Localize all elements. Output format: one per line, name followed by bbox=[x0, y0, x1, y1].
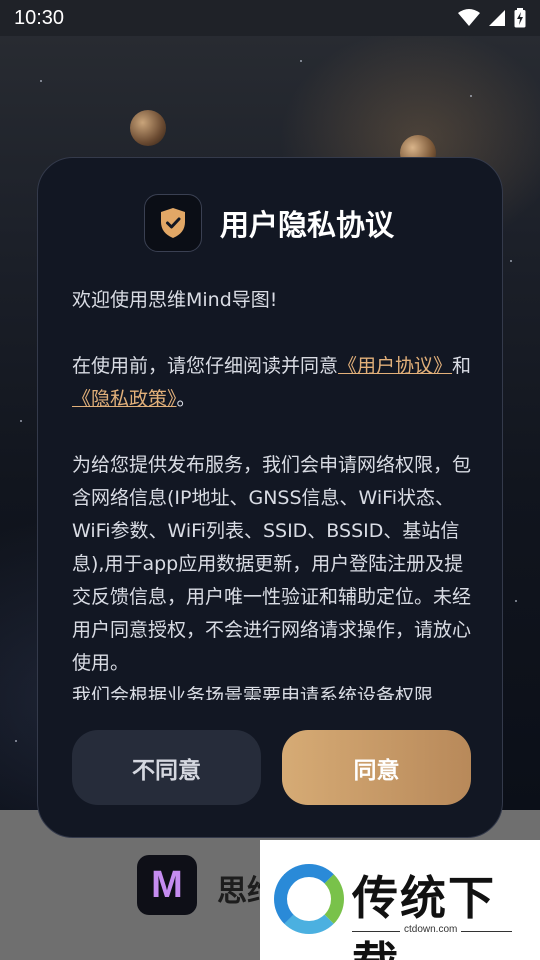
star bbox=[40, 80, 42, 82]
dialog-body: 欢迎使用思维Mind导图! 在使用前，请您仔细阅读并同意《用户协议》和《隐私政策… bbox=[72, 284, 472, 700]
more-text: 我们会根据业务场景需要申请系统设备权限 bbox=[72, 685, 434, 700]
star bbox=[515, 600, 517, 602]
status-bar: 10:30 bbox=[0, 0, 540, 36]
decline-button[interactable]: 不同意 bbox=[72, 730, 261, 805]
user-agreement-link[interactable]: 《用户协议》 bbox=[338, 355, 452, 377]
shield-check-icon bbox=[161, 208, 185, 238]
watermark-logo-icon bbox=[274, 864, 344, 934]
privacy-dialog: 用户隐私协议 欢迎使用思维Mind导图! 在使用前，请您仔细阅读并同意《用户协议… bbox=[37, 157, 503, 838]
star bbox=[300, 60, 302, 62]
wifi-icon bbox=[458, 9, 480, 26]
consent-and: 和 bbox=[452, 355, 472, 377]
shield-icon-box bbox=[144, 194, 202, 252]
watermark-url: ctdown.com bbox=[400, 924, 462, 935]
permission-text: 为给您提供发布服务，我们会申请网络权限，包含网络信息(IP地址、GNSS信息、W… bbox=[72, 454, 472, 674]
consent-suffix: 。 bbox=[176, 388, 196, 410]
status-icons bbox=[458, 8, 526, 28]
star bbox=[20, 420, 22, 422]
watermark-text: 传统下载 bbox=[352, 871, 496, 960]
consent-prefix: 在使用前，请您仔细阅读并同意 bbox=[72, 355, 339, 377]
signal-icon bbox=[489, 10, 505, 26]
dialog-title: 用户隐私协议 bbox=[220, 208, 395, 242]
mind-app-icon: M bbox=[137, 855, 197, 915]
privacy-policy-link[interactable]: 《隐私政策》 bbox=[72, 388, 177, 410]
star bbox=[470, 95, 472, 97]
dialog-header: 用户隐私协议 bbox=[144, 194, 394, 252]
battery-icon bbox=[514, 8, 526, 28]
star bbox=[15, 740, 17, 742]
accept-button[interactable]: 同意 bbox=[282, 730, 471, 805]
planet bbox=[130, 110, 166, 146]
status-time: 10:30 bbox=[14, 6, 65, 29]
consent-paragraph: 在使用前，请您仔细阅读并同意《用户协议》和《隐私政策》。 bbox=[72, 350, 472, 416]
star bbox=[510, 260, 512, 262]
welcome-text: 欢迎使用思维Mind导图! bbox=[72, 289, 278, 311]
watermark: 传统下载 ctdown.com bbox=[260, 840, 540, 960]
